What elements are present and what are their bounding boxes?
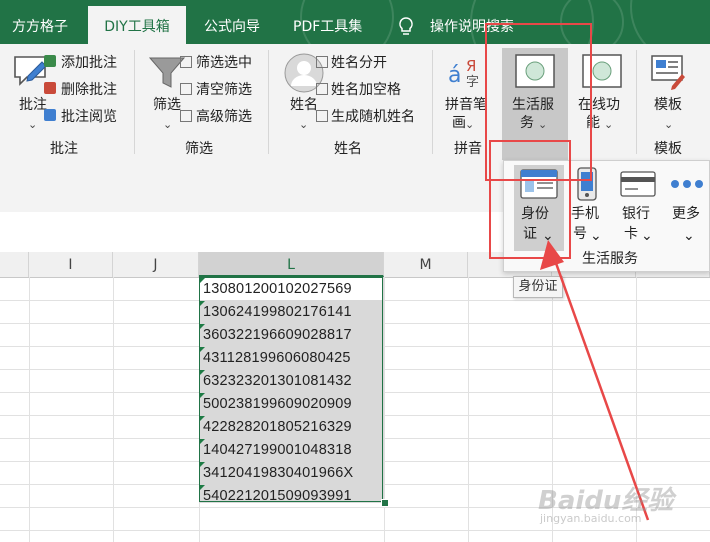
svg-text:Я: Я <box>466 57 476 75</box>
filter-selected-icon <box>180 56 192 68</box>
filter-selected-button[interactable]: 筛选选中 <box>196 54 252 72</box>
chevron-down-icon: ⌄ <box>683 228 695 244</box>
bank-card-button[interactable]: 银行 <box>622 205 650 224</box>
column-header-l[interactable]: L <box>199 252 384 277</box>
column-header-blank[interactable] <box>0 252 29 277</box>
group-separator <box>268 50 269 154</box>
pinyin-stroke-button[interactable]: 拼音笔 <box>445 96 487 114</box>
chevron-down-icon: ⌄ <box>28 118 38 131</box>
group-label-name: 姓名 <box>334 141 362 157</box>
chevron-down-icon: ⌄ <box>163 118 173 131</box>
svg-text:字: 字 <box>466 75 479 90</box>
name-add-space-button[interactable]: 姓名加空格 <box>331 81 401 99</box>
clear-filter-button[interactable]: 清空筛选 <box>196 81 252 99</box>
lightbulb-icon <box>399 17 413 35</box>
view-comment-icon <box>44 109 56 121</box>
pinyin-icon: á Я 字 <box>448 57 479 90</box>
pinyin-stroke-label-line2: 画 <box>452 115 466 131</box>
template-button[interactable]: 模板 <box>654 96 682 114</box>
group-label-template: 模板 <box>654 141 682 157</box>
column-header-m[interactable]: M <box>384 252 468 277</box>
chevron-down-icon: ⌄ <box>664 118 674 131</box>
add-comment-button[interactable]: 添加批注 <box>61 54 117 72</box>
advanced-filter-button[interactable]: 高级筛选 <box>196 108 252 126</box>
add-comment-icon <box>44 55 56 67</box>
delete-comment-icon <box>44 82 56 94</box>
random-name-icon <box>316 110 328 122</box>
clear-filter-icon <box>180 83 192 95</box>
selection-border <box>199 277 383 502</box>
split-name-icon <box>316 56 328 68</box>
advanced-filter-icon <box>180 110 192 122</box>
group-separator <box>134 50 135 154</box>
chevron-down-icon: ⌄ <box>299 118 309 131</box>
phone-number-button[interactable]: 手机 <box>571 205 599 224</box>
delete-comment-button[interactable]: 删除批注 <box>61 81 117 99</box>
group-separator <box>636 50 637 154</box>
bank-card-icon <box>620 171 656 197</box>
fill-handle[interactable] <box>381 499 389 507</box>
tab-fangfang[interactable]: 方方格子 <box>12 0 68 44</box>
column-header-j[interactable]: J <box>113 252 199 277</box>
template-icon <box>651 55 685 90</box>
name-big-button[interactable]: 姓名 <box>290 96 318 114</box>
tab-formula-wizard[interactable]: 公式向导 <box>204 0 260 44</box>
watermark-url: jingyan.baidu.com <box>540 512 642 525</box>
filter-big-button[interactable]: 筛选 <box>153 96 181 114</box>
name-add-space-icon <box>316 83 328 95</box>
ribbon-tab-bar: 方方格子 DIY工具箱 公式向导 PDF工具集 操作说明搜索 <box>0 0 710 44</box>
column-header-i[interactable]: I <box>29 252 113 277</box>
group-label-annotation: 批注 <box>50 141 78 157</box>
more-button[interactable]: 更多 <box>672 205 700 224</box>
svg-text:á: á <box>448 63 461 88</box>
ribbon-panel: 批注 ⌄ 添加批注 删除批注 批注阅览 批注 筛选 ⌄ 筛选选中 清空筛选 高级… <box>0 44 710 161</box>
view-comments-button[interactable]: 批注阅览 <box>61 108 117 126</box>
group-label-filter: 筛选 <box>185 141 213 157</box>
tab-pdf-tools[interactable]: PDF工具集 <box>293 0 362 44</box>
more-icon <box>671 180 703 188</box>
split-name-button[interactable]: 姓名分开 <box>331 54 387 72</box>
random-name-button[interactable]: 生成随机姓名 <box>331 108 415 126</box>
chevron-down-icon: ⌄ <box>465 118 475 131</box>
chevron-down-icon: ⌄ <box>604 118 614 131</box>
annotation-big-button[interactable]: 批注 <box>19 96 47 114</box>
group-separator <box>432 50 433 154</box>
group-label-pinyin: 拼音 <box>454 141 482 157</box>
tab-diy-toolbox[interactable]: DIY工具箱 <box>88 6 186 44</box>
